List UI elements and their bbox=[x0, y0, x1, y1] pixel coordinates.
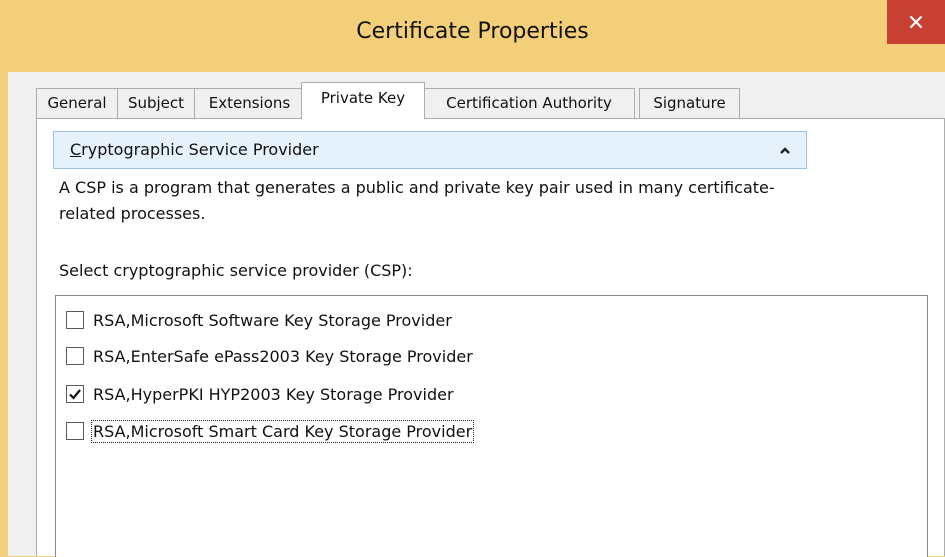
tab-extensions[interactable]: Extensions bbox=[194, 88, 305, 118]
csp-select-prompt: Select cryptographic service provider (C… bbox=[59, 261, 413, 280]
tab-subject[interactable]: Subject bbox=[117, 88, 195, 118]
list-item-label: RSA,Microsoft Software Key Storage Provi… bbox=[93, 310, 452, 330]
list-item-label: RSA,Microsoft Smart Card Key Storage Pro… bbox=[90, 419, 475, 443]
tab-private-key-label: Private Key bbox=[320, 89, 406, 107]
section-title-rest: ryptographic Service Provider bbox=[81, 140, 319, 159]
chevron-up-icon[interactable] bbox=[778, 144, 792, 158]
checkbox[interactable] bbox=[66, 385, 84, 403]
tab-subject-label: Subject bbox=[127, 94, 185, 112]
certificate-properties-window: Certificate Properties General Subject E… bbox=[0, 0, 945, 557]
close-button[interactable] bbox=[887, 0, 945, 44]
list-item-label: RSA,EnterSafe ePass2003 Key Storage Prov… bbox=[93, 346, 473, 366]
list-item[interactable]: RSA,EnterSafe ePass2003 Key Storage Prov… bbox=[66, 342, 474, 370]
csp-section-header[interactable]: Cryptographic Service Provider bbox=[53, 131, 807, 169]
title-bar[interactable]: Certificate Properties bbox=[0, 0, 945, 72]
tab-general[interactable]: General bbox=[36, 88, 118, 118]
tab-certification-authority[interactable]: Certification Authority bbox=[423, 88, 635, 118]
close-icon bbox=[909, 15, 923, 29]
tab-certification-authority-label: Certification Authority bbox=[446, 94, 612, 112]
checkbox[interactable] bbox=[66, 311, 84, 329]
section-title-mnemonic: C bbox=[70, 140, 82, 159]
section-title: Cryptographic Service Provider bbox=[70, 140, 319, 159]
list-item[interactable]: RSA,Microsoft Smart Card Key Storage Pro… bbox=[66, 417, 475, 445]
checkbox[interactable] bbox=[66, 422, 84, 440]
list-item[interactable]: RSA,HyperPKI HYP2003 Key Storage Provide… bbox=[66, 380, 455, 408]
tab-signature-label: Signature bbox=[653, 94, 726, 112]
tab-general-label: General bbox=[47, 94, 107, 112]
list-item[interactable]: RSA,Microsoft Software Key Storage Provi… bbox=[66, 306, 453, 334]
checkbox[interactable] bbox=[66, 347, 84, 365]
private-key-panel: Cryptographic Service Provider A CSP is … bbox=[36, 118, 945, 557]
csp-description: A CSP is a program that generates a publ… bbox=[59, 178, 775, 223]
window-title: Certificate Properties bbox=[356, 19, 589, 44]
checkmark-icon bbox=[69, 389, 81, 400]
csp-provider-list[interactable]: RSA,Microsoft Software Key Storage Provi… bbox=[55, 295, 928, 557]
tab-signature[interactable]: Signature bbox=[639, 88, 740, 118]
tab-private-key[interactable]: Private Key bbox=[301, 82, 425, 119]
tab-extensions-label: Extensions bbox=[208, 94, 291, 112]
list-item-label: RSA,HyperPKI HYP2003 Key Storage Provide… bbox=[93, 384, 454, 404]
dialog-client-area: General Subject Extensions Private Key C… bbox=[8, 72, 945, 557]
